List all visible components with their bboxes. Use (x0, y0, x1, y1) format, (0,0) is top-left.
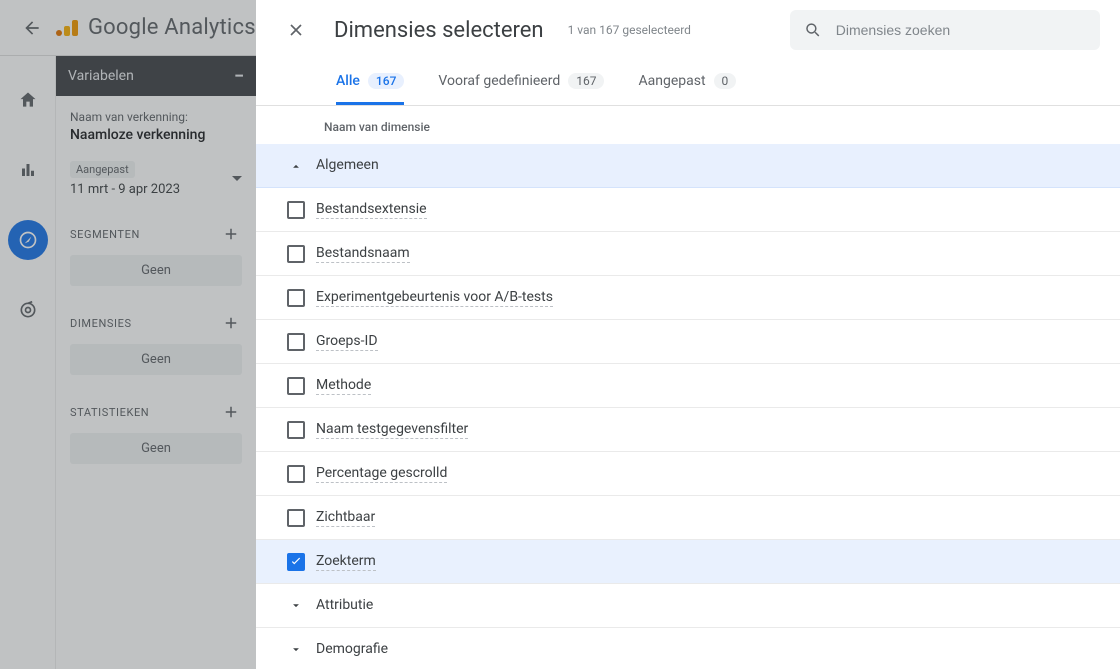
tab-custom-label: Aangepast (638, 73, 705, 89)
tab-custom[interactable]: Aangepast 0 (638, 60, 736, 105)
search-input[interactable] (836, 22, 1086, 38)
date-range[interactable]: 11 mrt - 9 apr 2023 (70, 182, 180, 197)
dimension-label: Zichtbaar (316, 509, 375, 527)
tab-all-count: 167 (368, 73, 404, 89)
nav-home[interactable] (8, 80, 48, 120)
group-general-label: Algemeen (316, 157, 379, 174)
segments-label: SEGMENTEN (70, 228, 140, 241)
dimensions-label: DIMENSIES (70, 317, 132, 330)
dimension-row[interactable]: Groeps-ID (256, 320, 1120, 364)
dimension-row[interactable]: Experimentgebeurtenis voor A/B-tests (256, 276, 1120, 320)
dropdown-caret-icon[interactable] (232, 174, 242, 184)
dimension-label: Naam testgegevensfilter (316, 421, 468, 439)
dimension-label: Bestandsnaam (316, 245, 410, 263)
dimension-row[interactable]: Percentage gescrolld (256, 452, 1120, 496)
target-icon (18, 300, 38, 320)
checkbox[interactable] (287, 421, 305, 439)
dimensions-empty: Geen (70, 344, 242, 375)
close-button[interactable] (276, 10, 316, 50)
brand: Google Analytics (56, 15, 256, 40)
group-demography[interactable]: Demografie (256, 628, 1120, 669)
tab-predefined[interactable]: Vooraf gedefinieerd 167 (438, 60, 604, 105)
dimension-row[interactable]: Naam testgegevensfilter (256, 408, 1120, 452)
arrow-left-icon (22, 18, 42, 38)
segments-empty: Geen (70, 255, 242, 286)
checkbox[interactable] (287, 333, 305, 351)
dimension-row[interactable]: Zoekterm (256, 540, 1120, 584)
close-icon (286, 20, 306, 40)
group-attribution-label: Attributie (316, 597, 373, 614)
explore-icon (18, 230, 38, 250)
bar-chart-icon (19, 161, 37, 179)
modal-title: Dimensies selecteren (334, 18, 544, 43)
plus-icon (222, 403, 240, 421)
checkbox[interactable] (287, 245, 305, 263)
search-icon (804, 20, 822, 40)
tab-custom-count: 0 (714, 73, 737, 89)
exploration-label: Naam van verkenning: (70, 110, 242, 124)
home-icon (18, 90, 38, 110)
tab-predefined-label: Vooraf gedefinieerd (438, 73, 560, 89)
date-chip: Aangepast (70, 161, 135, 178)
dimension-label: Groeps-ID (316, 333, 378, 351)
dimensions-modal: Dimensies selecteren 1 van 167 geselecte… (256, 0, 1120, 669)
variables-panel: Variabelen − Naam van verkenning: Naamlo… (56, 56, 256, 669)
metrics-empty: Geen (70, 433, 242, 464)
checkbox[interactable] (287, 465, 305, 483)
panel-collapse-button[interactable]: − (234, 66, 244, 87)
back-button[interactable] (12, 8, 52, 48)
column-header: Naam van dimensie (256, 106, 1120, 144)
dimension-label: Zoekterm (316, 553, 376, 571)
group-attribution[interactable]: Attributie (256, 584, 1120, 628)
ga-logo-icon (56, 20, 78, 36)
group-general[interactable]: Algemeen (256, 144, 1120, 188)
checkbox[interactable] (287, 377, 305, 395)
add-dimension-button[interactable] (220, 312, 242, 334)
nav-reports[interactable] (8, 150, 48, 190)
dimension-row[interactable]: Zichtbaar (256, 496, 1120, 540)
dimension-label: Percentage gescrolld (316, 465, 447, 483)
chevron-down-icon (289, 599, 303, 613)
checkbox[interactable] (287, 201, 305, 219)
left-nav (0, 56, 56, 669)
add-metric-button[interactable] (220, 401, 242, 423)
group-demography-label: Demografie (316, 641, 388, 658)
nav-explore[interactable] (8, 220, 48, 260)
dimension-row[interactable]: Methode (256, 364, 1120, 408)
tab-all[interactable]: Alle 167 (336, 60, 404, 105)
search-box[interactable] (790, 10, 1100, 50)
chevron-down-icon (289, 643, 303, 657)
dimension-label: Bestandsextensie (316, 201, 427, 219)
modal-subtitle: 1 van 167 geselecteerd (568, 23, 691, 37)
panel-title: Variabelen (68, 68, 134, 84)
exploration-name[interactable]: Naamloze verkenning (70, 127, 242, 143)
dimension-row[interactable]: Bestandsextensie (256, 188, 1120, 232)
add-segment-button[interactable] (220, 223, 242, 245)
plus-icon (222, 314, 240, 332)
metrics-label: STATISTIEKEN (70, 406, 149, 419)
checkbox[interactable] (287, 509, 305, 527)
check-icon (289, 555, 303, 569)
tab-predefined-count: 167 (568, 73, 604, 89)
app-title: Google Analytics (88, 15, 256, 40)
checkbox-checked[interactable] (287, 553, 305, 571)
dimension-row[interactable]: Bestandsnaam (256, 232, 1120, 276)
plus-icon (222, 225, 240, 243)
checkbox[interactable] (287, 289, 305, 307)
chevron-up-icon (289, 159, 303, 173)
dimension-label: Methode (316, 377, 371, 395)
nav-advertising[interactable] (8, 290, 48, 330)
dimension-label: Experimentgebeurtenis voor A/B-tests (316, 289, 553, 307)
tab-all-label: Alle (336, 73, 360, 89)
